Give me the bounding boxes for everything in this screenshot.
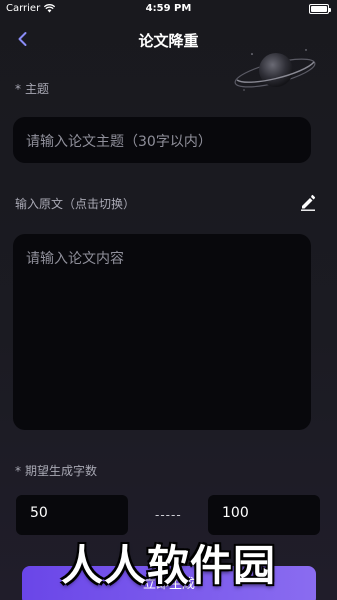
topic-label-text: 主题 bbox=[25, 82, 50, 96]
battery-level bbox=[311, 6, 327, 12]
max-word-count-input[interactable]: 100 bbox=[208, 495, 320, 535]
max-word-count-value: 100 bbox=[222, 505, 249, 521]
word-count-label-text: 期望生成字数 bbox=[25, 464, 98, 478]
word-count-label: * 期望生成字数 bbox=[15, 462, 97, 479]
watermark: 人人软件园 bbox=[60, 541, 276, 590]
original-label[interactable]: 输入原文（点击切换） bbox=[15, 195, 135, 212]
min-word-count-input[interactable]: 50 bbox=[16, 495, 128, 535]
status-bar: Carrier 4:59 PM bbox=[0, 0, 337, 20]
status-time: 4:59 PM bbox=[145, 3, 192, 14]
topic-input[interactable]: 请输入论文主题（30字以内） bbox=[13, 117, 311, 163]
planet-icon bbox=[234, 49, 316, 91]
required-mark: * bbox=[15, 82, 21, 96]
topic-placeholder: 请输入论文主题（30字以内） bbox=[26, 134, 212, 150]
battery-icon bbox=[309, 4, 331, 14]
original-text-input[interactable]: 请输入论文内容 bbox=[13, 234, 311, 430]
range-separator: ----- bbox=[155, 508, 182, 522]
pencil-icon[interactable] bbox=[299, 193, 317, 211]
min-word-count-value: 50 bbox=[30, 505, 48, 521]
topic-label: * 主题 bbox=[15, 80, 49, 97]
original-placeholder: 请输入论文内容 bbox=[26, 251, 124, 267]
required-mark: * bbox=[15, 464, 21, 478]
